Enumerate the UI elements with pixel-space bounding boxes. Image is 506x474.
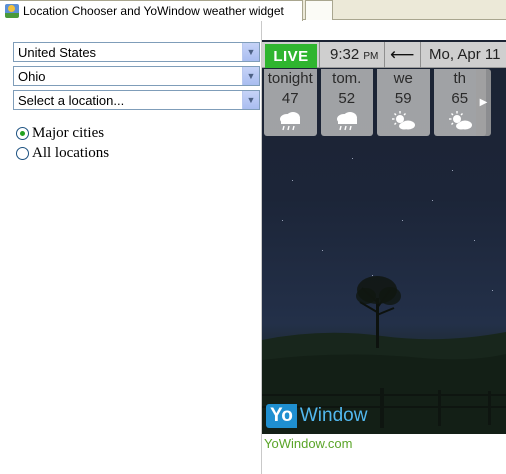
forecast-next-arrow-icon[interactable]: ▶: [476, 69, 491, 136]
forecast-day-label: tonight: [267, 70, 313, 87]
location-select[interactable]: Select a location... ▼: [13, 90, 260, 110]
forecast-day-label: tom.: [332, 70, 362, 87]
tab-strip: Location Chooser and YoWindow weather wi…: [0, 0, 506, 21]
yowindow-logo[interactable]: Yo Window: [266, 404, 367, 428]
divider: [319, 42, 320, 68]
radio-button-selected[interactable]: [16, 127, 29, 140]
forecast-temp: 59: [394, 90, 412, 107]
state-select[interactable]: Ohio ▼: [13, 66, 260, 86]
sun-cloud-icon: [448, 111, 472, 130]
logo-yo: Yo: [266, 404, 297, 428]
logo-window: Window: [299, 405, 368, 426]
forecast-temp: 52: [338, 90, 356, 107]
divider: [384, 42, 385, 68]
live-button[interactable]: LIVE: [265, 44, 317, 68]
location-dropdown-button[interactable]: ▼: [242, 91, 259, 109]
radio-major-cities[interactable]: Major cities: [16, 125, 104, 142]
forecast-strip: tonight 47 tom. 52 we 59 th 65: [264, 69, 490, 136]
yowindow-widget[interactable]: LIVE 9:32 PM ⟵ Mo, Apr 11 tonight 47 tom…: [262, 40, 506, 434]
forecast-temp: 47: [281, 90, 299, 107]
time-ampm: PM: [363, 51, 379, 62]
current-date: Mo, Apr 11: [429, 46, 501, 63]
country-value: United States: [18, 45, 97, 60]
current-time: 9:32 PM: [330, 46, 378, 63]
forecast-day[interactable]: tom. 52: [320, 69, 373, 136]
rain-cloud-icon: [280, 112, 300, 131]
forecast-day[interactable]: tonight 47: [264, 69, 317, 136]
divider: [420, 42, 421, 68]
forecast-day-label: we: [393, 70, 413, 87]
chevron-down-icon: ▼: [246, 46, 256, 57]
location-value: Select a location...: [18, 93, 125, 108]
new-tab[interactable]: [305, 0, 333, 20]
location-chooser-panel: United States ▼ Ohio ▼ Select a location…: [0, 21, 262, 474]
yowindow-link[interactable]: YoWindow.com: [264, 436, 352, 451]
time-value: 9:32: [330, 46, 360, 63]
state-value: Ohio: [18, 69, 46, 84]
tab-location-chooser[interactable]: Location Chooser and YoWindow weather wi…: [0, 0, 303, 21]
widget-top-bar: LIVE 9:32 PM ⟵ Mo, Apr 11: [262, 42, 506, 68]
weather-app-icon: [5, 4, 19, 18]
radio-major-label: Major cities: [32, 125, 105, 141]
radio-all-locations[interactable]: All locations: [16, 145, 109, 162]
radio-all-label: All locations: [32, 145, 110, 161]
state-dropdown-button[interactable]: ▼: [242, 67, 259, 85]
sun-cloud-icon: [392, 111, 415, 130]
tab-title: Location Chooser and YoWindow weather wi…: [23, 4, 284, 18]
back-arrow-icon[interactable]: ⟵: [390, 45, 414, 65]
chevron-down-icon: ▼: [246, 70, 256, 81]
radio-button[interactable]: [16, 147, 29, 160]
country-select[interactable]: United States ▼: [13, 42, 260, 62]
forecast-day[interactable]: we 59: [377, 69, 430, 136]
country-dropdown-button[interactable]: ▼: [242, 43, 259, 61]
chevron-down-icon: ▼: [246, 94, 256, 105]
rain-cloud-icon: [336, 112, 357, 131]
